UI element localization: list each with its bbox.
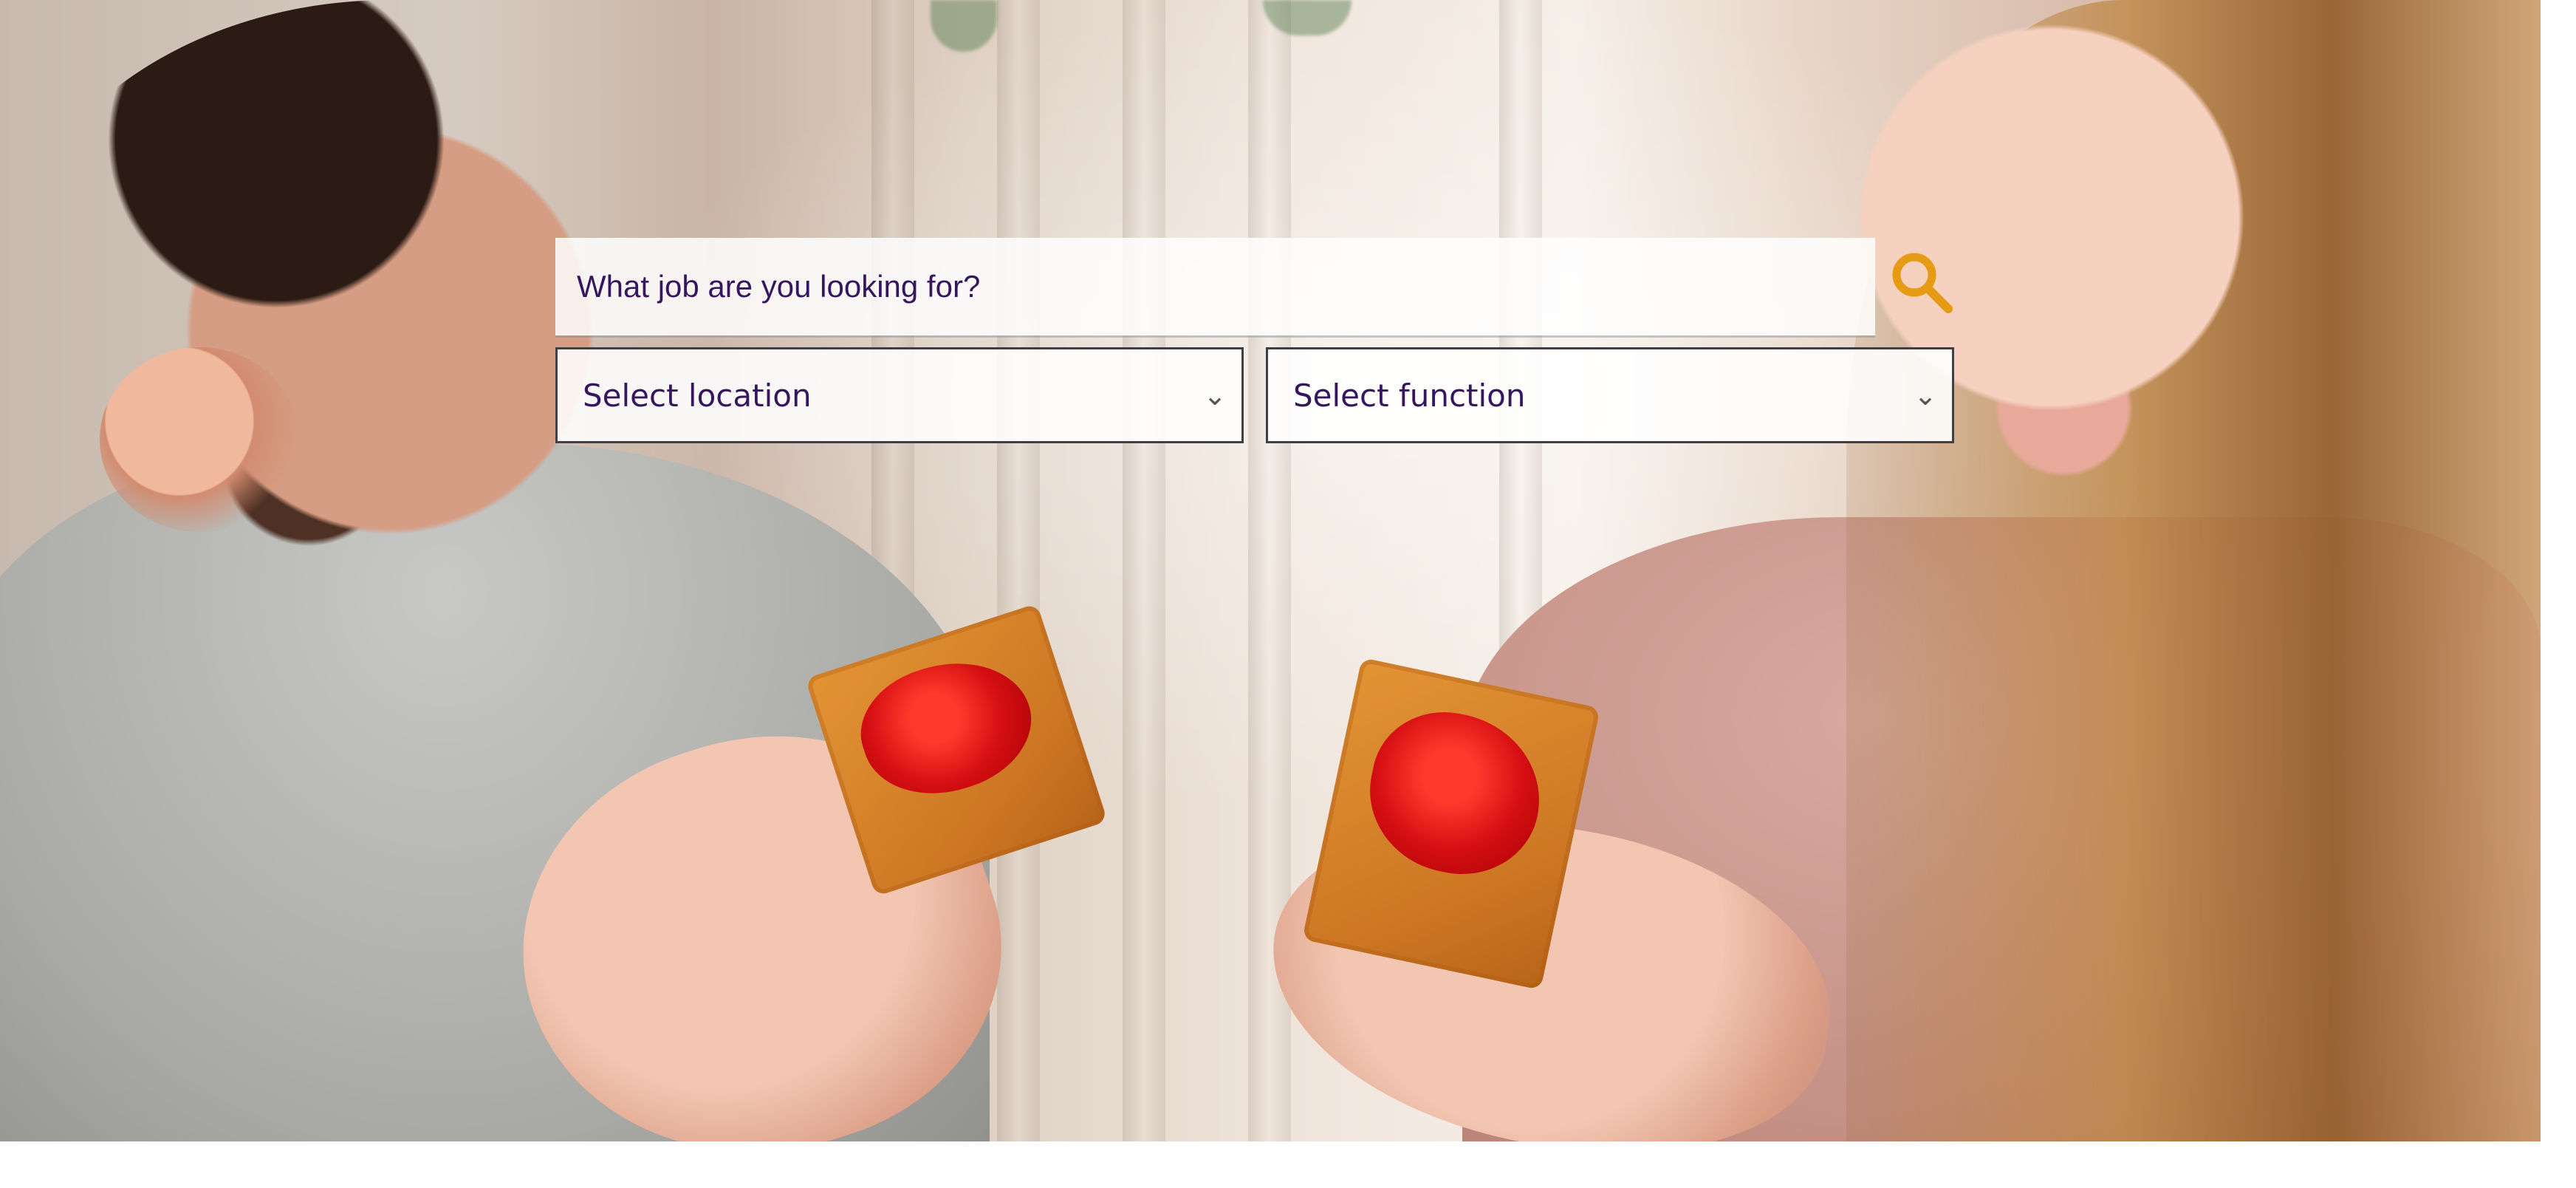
location-select[interactable]: Select location (558, 349, 1241, 441)
hero-photo-background (0, 0, 2541, 1141)
search-button[interactable] (1883, 245, 1960, 322)
man-ear (100, 347, 299, 532)
location-select-wrapper: Select location ⌄ (555, 347, 1244, 443)
job-search-input[interactable] (555, 238, 1875, 335)
function-select-wrapper: Select function ⌄ (1266, 347, 1954, 443)
curtain-fold (997, 0, 1040, 1141)
function-select[interactable]: Select function (1268, 349, 1952, 441)
magnifying-glass-icon (1892, 253, 1953, 313)
plant-leaves (931, 0, 997, 52)
curtain-fold (1123, 0, 1165, 1141)
job-search-form: Select location ⌄ Select function ⌄ (555, 238, 1960, 445)
